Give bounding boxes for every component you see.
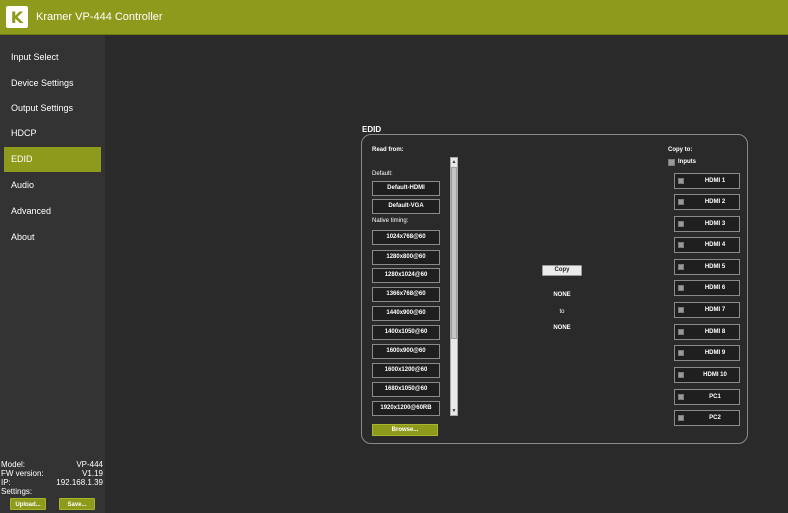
sidebar-item-about[interactable]: About bbox=[0, 225, 105, 250]
read-item-1366x768[interactable]: 1366x768@60 bbox=[372, 287, 440, 302]
copy-button[interactable]: Copy bbox=[542, 265, 582, 276]
read-item-1600x900[interactable]: 1600x900@60 bbox=[372, 344, 440, 359]
target-label: HDMI 2 bbox=[704, 199, 726, 205]
sidebar-item-advanced[interactable]: Advanced bbox=[0, 199, 105, 224]
read-item-1280x1024[interactable]: 1280x1024@60 bbox=[372, 268, 440, 283]
section-title: EDID bbox=[362, 125, 382, 134]
copy-target-hdmi-3[interactable]: HDMI 3 bbox=[674, 216, 740, 232]
target-label: HDMI 4 bbox=[704, 242, 726, 248]
target-checkbox[interactable] bbox=[678, 350, 684, 356]
target-label: PC1 bbox=[709, 394, 721, 400]
sidebar-item-audio[interactable]: Audio bbox=[0, 173, 105, 198]
target-label: HDMI 8 bbox=[704, 329, 726, 335]
copy-to-label: Copy to: bbox=[668, 147, 693, 153]
read-item-1024x768[interactable]: 1024x768@60 bbox=[372, 230, 440, 245]
read-item-1680x1050[interactable]: 1680x1050@60 bbox=[372, 382, 440, 397]
sidebar-item-hdcp[interactable]: HDCP bbox=[0, 121, 105, 146]
scroll-up-icon[interactable]: ▲ bbox=[451, 158, 457, 166]
copy-target-pc2[interactable]: PC2 bbox=[674, 410, 740, 426]
sidebar-item-edid[interactable]: EDID bbox=[4, 147, 101, 172]
read-item-default-vga[interactable]: Default-VGA bbox=[372, 199, 440, 214]
read-item-1600x1200[interactable]: 1600x1200@60 bbox=[372, 363, 440, 378]
copy-target-pc1[interactable]: PC1 bbox=[674, 389, 740, 405]
native-timing-label: Native timing: bbox=[372, 218, 409, 224]
copy-target-hdmi-9[interactable]: HDMI 9 bbox=[674, 345, 740, 361]
browse-button[interactable]: Browse... bbox=[372, 424, 438, 436]
sidebar-item-device-settings[interactable]: Device Settings bbox=[0, 71, 105, 96]
model-label: Model: bbox=[1, 460, 26, 469]
target-label: HDMI 10 bbox=[703, 372, 727, 378]
settings-label: Settings: bbox=[1, 487, 33, 496]
target-label: HDMI 1 bbox=[704, 178, 726, 184]
copy-to-text: to bbox=[559, 309, 565, 315]
copy-target-hdmi-4[interactable]: HDMI 4 bbox=[674, 237, 740, 253]
copy-target-hdmi-8[interactable]: HDMI 8 bbox=[674, 324, 740, 340]
target-checkbox[interactable] bbox=[678, 329, 684, 335]
default-label: Default: bbox=[372, 171, 393, 177]
app-header: K Kramer VP-444 Controller bbox=[0, 0, 788, 35]
inputs-label: Inputs bbox=[678, 159, 696, 165]
target-checkbox[interactable] bbox=[678, 415, 684, 421]
target-label: PC2 bbox=[709, 415, 721, 421]
kramer-logo-icon: K bbox=[6, 6, 28, 28]
copy-target-hdmi-2[interactable]: HDMI 2 bbox=[674, 194, 740, 210]
upload-button[interactable]: Upload... bbox=[10, 498, 46, 510]
logo-letter: K bbox=[10, 7, 24, 27]
copy-target-hdmi-1[interactable]: HDMI 1 bbox=[674, 173, 740, 189]
read-item-1920x1200rb[interactable]: 1920x1200@60RB bbox=[372, 401, 440, 416]
read-list-scrollbar[interactable]: ▲ ▼ bbox=[450, 157, 458, 416]
copy-dest-text: NONE bbox=[553, 325, 571, 331]
target-label: HDMI 7 bbox=[704, 307, 726, 313]
target-label: HDMI 5 bbox=[704, 264, 726, 270]
target-checkbox[interactable] bbox=[678, 372, 684, 378]
copy-target-hdmi-10[interactable]: HDMI 10 bbox=[674, 367, 740, 383]
fw-value: V1.19 bbox=[82, 469, 103, 478]
fw-label: FW version: bbox=[1, 469, 44, 478]
sidebar-item-output-settings[interactable]: Output Settings bbox=[0, 96, 105, 121]
copy-target-hdmi-6[interactable]: HDMI 6 bbox=[674, 280, 740, 296]
app-title: Kramer VP-444 Controller bbox=[36, 11, 163, 23]
read-item-1280x800[interactable]: 1280x800@60 bbox=[372, 250, 440, 265]
copy-target-hdmi-7[interactable]: HDMI 7 bbox=[674, 302, 740, 318]
read-item-default-hdmi[interactable]: Default-HDMI bbox=[372, 181, 440, 196]
target-checkbox[interactable] bbox=[678, 242, 684, 248]
copy-source-text: NONE bbox=[553, 292, 571, 298]
save-button[interactable]: Save... bbox=[59, 498, 95, 510]
target-label: HDMI 9 bbox=[704, 350, 726, 356]
ip-value: 192.168.1.39 bbox=[56, 478, 103, 487]
scrollbar-thumb[interactable] bbox=[451, 167, 457, 339]
read-item-1400x1050[interactable]: 1400x1050@60 bbox=[372, 325, 440, 340]
target-label: HDMI 6 bbox=[704, 285, 726, 291]
target-checkbox[interactable] bbox=[678, 199, 684, 205]
target-checkbox[interactable] bbox=[678, 178, 684, 184]
model-value: VP-444 bbox=[76, 460, 103, 469]
target-checkbox[interactable] bbox=[678, 285, 684, 291]
inputs-checkbox[interactable] bbox=[668, 159, 675, 166]
copy-target-hdmi-5[interactable]: HDMI 5 bbox=[674, 259, 740, 275]
target-label: HDMI 3 bbox=[704, 221, 726, 227]
scroll-down-icon[interactable]: ▼ bbox=[451, 407, 457, 415]
sidebar-item-input-select[interactable]: Input Select bbox=[0, 45, 105, 70]
target-checkbox[interactable] bbox=[678, 221, 684, 227]
target-checkbox[interactable] bbox=[678, 307, 684, 313]
read-item-1440x900[interactable]: 1440x900@60 bbox=[372, 306, 440, 321]
read-from-label: Read from: bbox=[372, 147, 404, 153]
ip-label: IP: bbox=[1, 478, 11, 487]
target-checkbox[interactable] bbox=[678, 264, 684, 270]
target-checkbox[interactable] bbox=[678, 394, 684, 400]
